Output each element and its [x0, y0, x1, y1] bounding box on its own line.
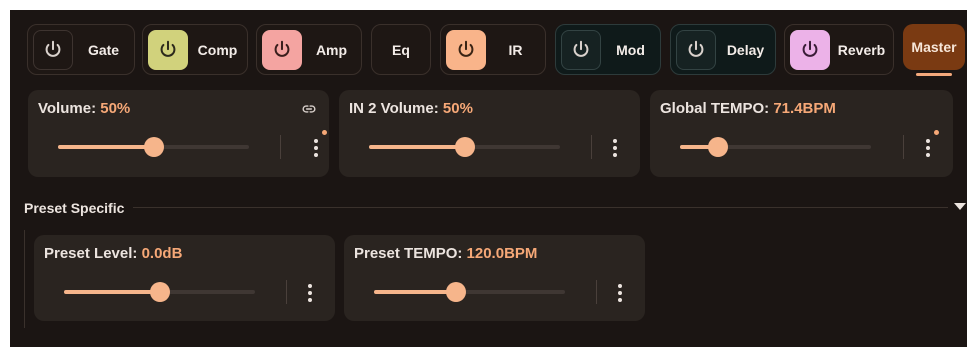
app-window: Gate Comp Amp Eq IR Mod Delay Reverb Mas… [10, 10, 967, 347]
module-mod[interactable]: Mod [555, 24, 661, 75]
reverb-power-button[interactable] [790, 29, 830, 70]
volume-more-button[interactable] [308, 130, 327, 160]
in2-volume-title: IN 2 Volume: 50% [349, 100, 473, 117]
link-icon[interactable] [300, 102, 318, 116]
preset-level-card: Preset Level: 0.0dB [34, 235, 335, 321]
preset-level-title: Preset Level: 0.0dB [44, 245, 182, 262]
slider-fill [369, 145, 465, 149]
volume-title: Volume: 50% [38, 100, 130, 117]
modified-indicator [322, 130, 327, 135]
slider-fill [58, 145, 154, 149]
mod-power-button[interactable] [561, 29, 601, 70]
preset-tempo-value: 120.0BPM [466, 245, 538, 262]
power-icon [45, 40, 61, 57]
module-comp[interactable]: Comp [142, 24, 248, 75]
master-tab[interactable]: Master [903, 24, 965, 70]
slider-fill [374, 290, 457, 294]
global-tempo-more-button[interactable] [920, 130, 939, 160]
slider-thumb[interactable] [708, 137, 729, 157]
volume-slider[interactable] [58, 137, 249, 157]
power-icon [458, 40, 474, 57]
power-icon [688, 40, 704, 57]
preset-tempo-label: Preset TEMPO: [354, 245, 467, 262]
divider [903, 135, 904, 159]
global-tempo-value: 71.4BPM [773, 100, 836, 117]
volume-value: 50% [100, 100, 131, 117]
preset-level-label: Preset Level: [44, 245, 142, 262]
slider-thumb[interactable] [446, 282, 467, 302]
divider [280, 135, 281, 159]
section-indent-line [24, 230, 25, 328]
module-delay[interactable]: Delay [670, 24, 776, 75]
power-icon [802, 40, 818, 57]
preset-level-slider[interactable] [64, 282, 255, 302]
in2-volume-value: 50% [442, 100, 473, 117]
in2-volume-more-button[interactable] [607, 136, 623, 160]
module-gate[interactable]: Gate [27, 24, 135, 75]
slider-fill [64, 290, 160, 294]
module-ir[interactable]: IR [440, 24, 546, 75]
divider [286, 280, 287, 304]
module-reverb[interactable]: Reverb [784, 24, 894, 75]
delay-power-button[interactable] [676, 29, 716, 70]
module-amp[interactable]: Amp [256, 24, 362, 75]
slider-thumb[interactable] [143, 137, 164, 157]
module-label: Gate [87, 41, 120, 58]
modified-indicator [934, 130, 939, 135]
divider [591, 135, 592, 159]
master-selected-indicator [916, 73, 952, 76]
volume-card: Volume: 50% [28, 90, 329, 177]
module-label: Reverb [837, 41, 886, 58]
comp-power-button[interactable] [148, 29, 188, 70]
preset-section-title: Preset Specific [24, 200, 125, 216]
slider-thumb[interactable] [149, 282, 170, 302]
module-label: Amp [315, 41, 348, 58]
preset-tempo-more-button[interactable] [612, 281, 628, 305]
power-icon [573, 40, 589, 57]
divider [596, 280, 597, 304]
preset-level-value: 0.0dB [141, 245, 183, 262]
slider-thumb[interactable] [454, 137, 475, 157]
preset-tempo-slider[interactable] [374, 282, 565, 302]
preset-tempo-title: Preset TEMPO: 120.0BPM [354, 245, 537, 262]
power-icon [160, 40, 176, 57]
module-label: Delay [726, 41, 765, 58]
in2-volume-label: IN 2 Volume: [349, 100, 443, 117]
section-divider [133, 207, 948, 208]
volume-label: Volume: [38, 100, 101, 117]
ir-power-button[interactable] [446, 29, 486, 70]
in2-volume-slider[interactable] [369, 137, 560, 157]
amp-power-button[interactable] [262, 29, 302, 70]
global-tempo-slider[interactable] [680, 137, 871, 157]
global-tempo-title: Global TEMPO: 71.4BPM [660, 100, 836, 117]
module-label: Comp [197, 41, 238, 58]
gate-power-button[interactable] [33, 29, 73, 70]
global-tempo-card: Global TEMPO: 71.4BPM [650, 90, 953, 177]
module-eq[interactable]: Eq [371, 24, 431, 75]
power-icon [274, 40, 290, 57]
preset-level-more-button[interactable] [302, 281, 318, 305]
module-label: IR [508, 41, 523, 58]
preset-tempo-card: Preset TEMPO: 120.0BPM [344, 235, 645, 321]
global-tempo-label: Global TEMPO: [660, 100, 774, 117]
caret-down-icon[interactable] [954, 203, 966, 211]
module-label: Eq [392, 41, 410, 58]
in2-volume-card: IN 2 Volume: 50% [339, 90, 640, 177]
module-label: Mod [616, 41, 645, 58]
